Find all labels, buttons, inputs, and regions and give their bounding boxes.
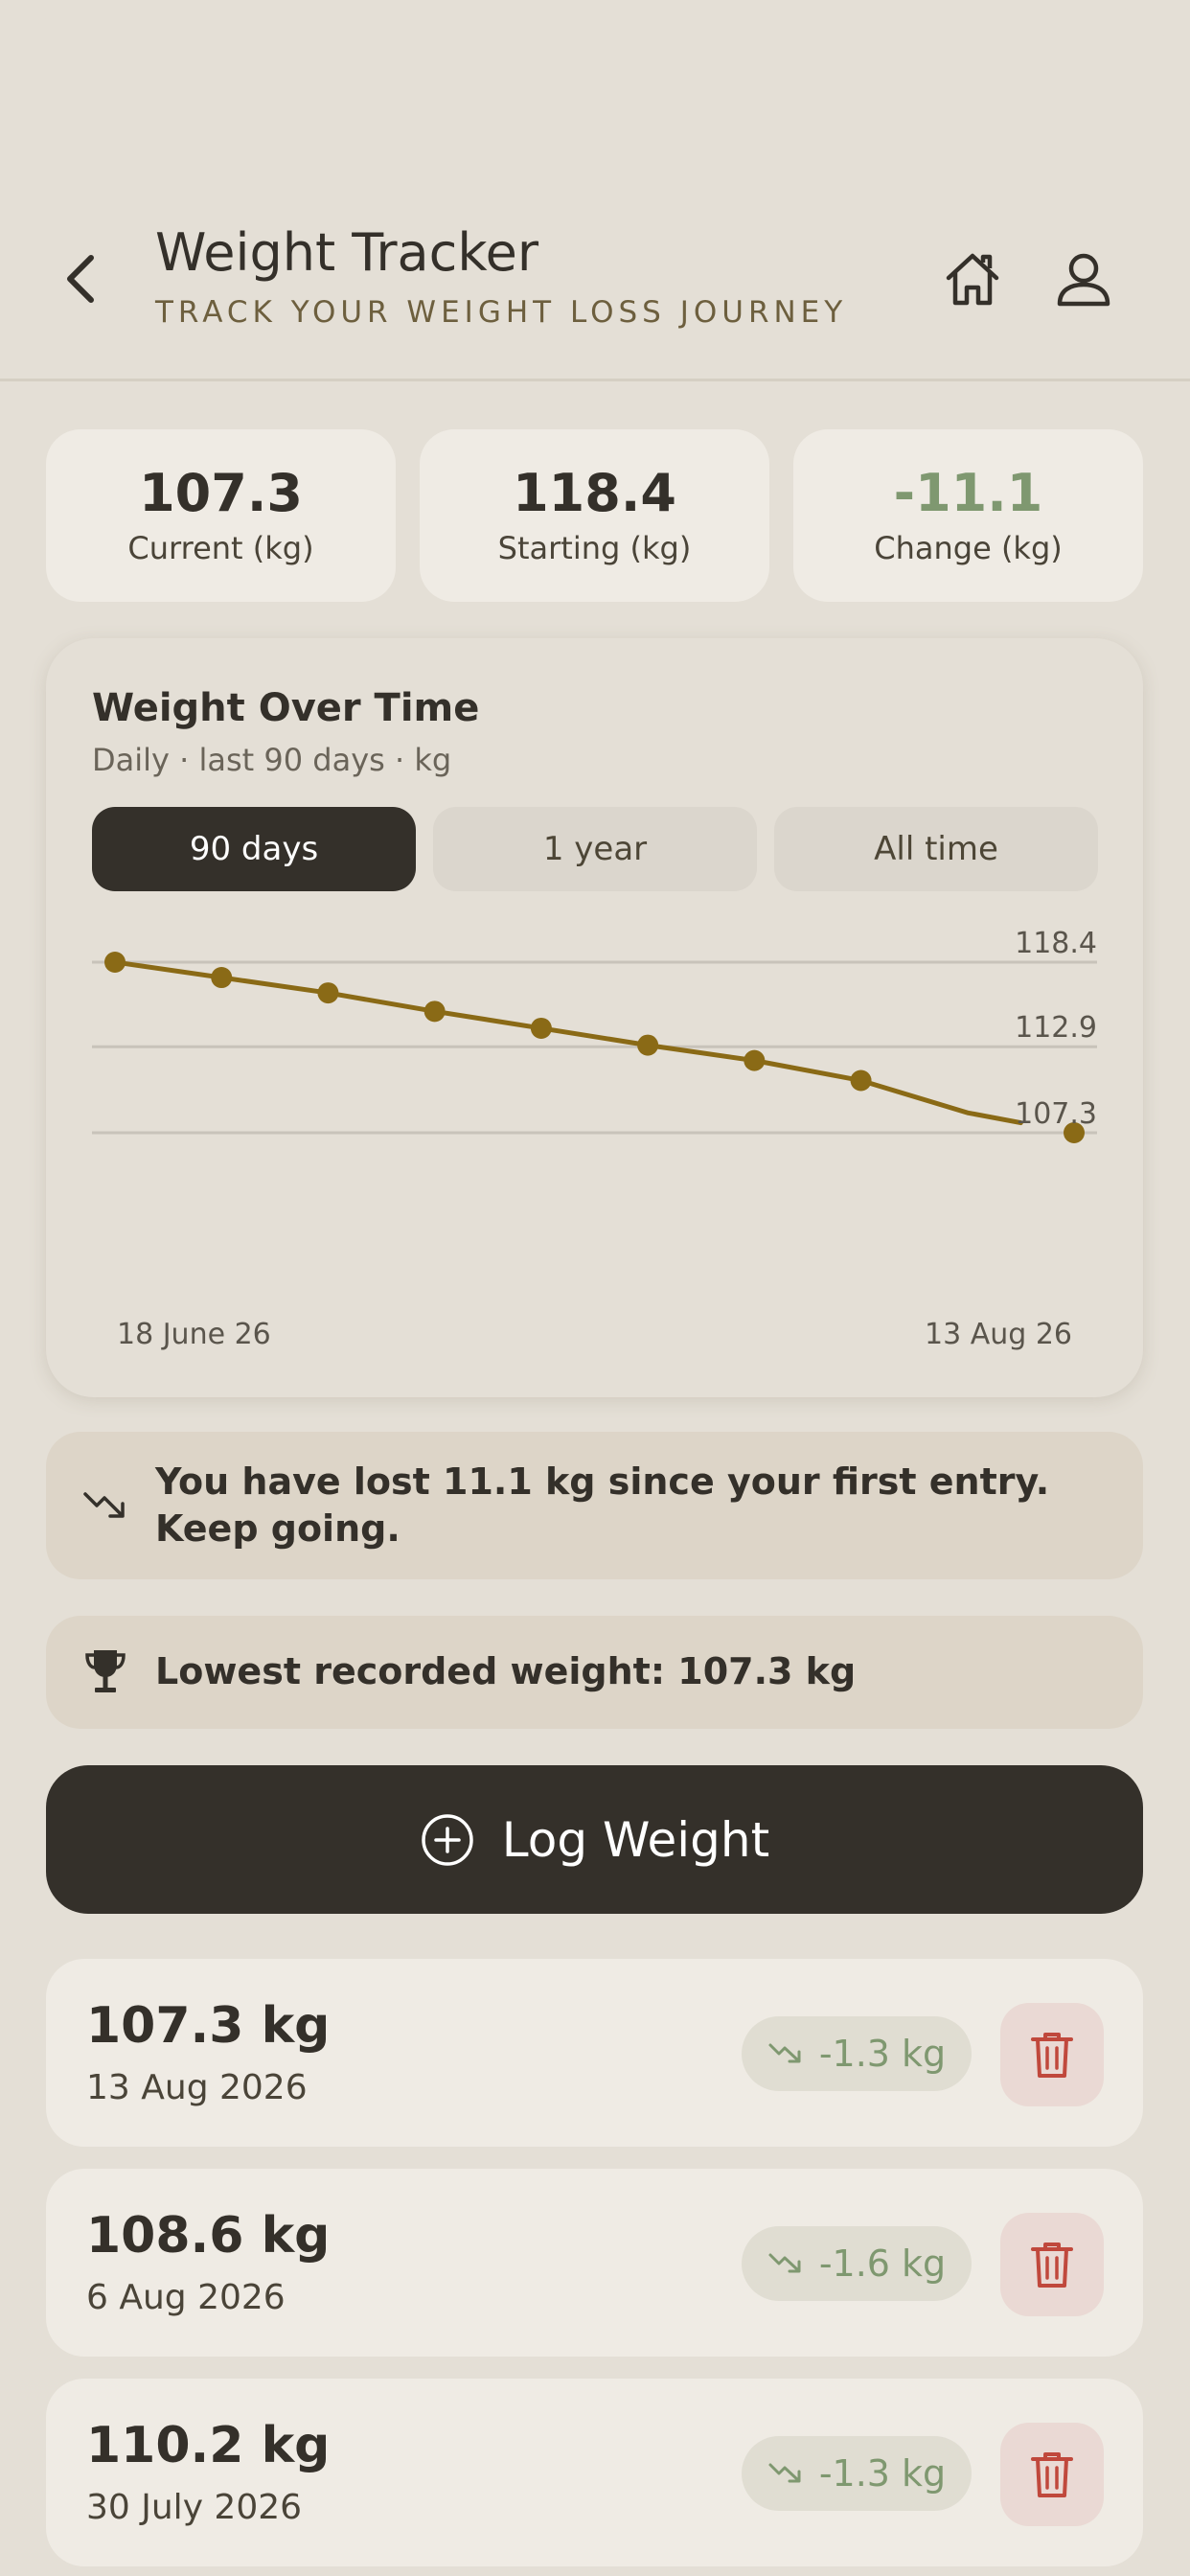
chart-card: Weight Over Time Daily · last 90 days · … xyxy=(46,638,1143,1397)
lowest-weight-banner: Lowest recorded weight: 107.3 kg xyxy=(46,1616,1143,1729)
x-tick-label: 13 Aug 26 xyxy=(925,1318,1072,1351)
change-value: -1.3 kg xyxy=(818,2452,947,2495)
weight-line-chart: 118.4 112.9 107.3 18 June 26 13 Aug 26 xyxy=(92,927,1097,1351)
chart-point xyxy=(104,952,126,973)
trash-icon xyxy=(1031,2033,1073,2078)
change-value: -1.6 kg xyxy=(818,2242,947,2285)
trash-icon xyxy=(1031,2242,1073,2288)
app-screen: Weight Tracker TRACK YOUR WEIGHT LOSS JO… xyxy=(0,0,1190,2576)
progress-message: You have lost 11.1 kg since your first e… xyxy=(155,1460,1050,1551)
entry-weight: 108.6 kg xyxy=(86,2207,331,2265)
header: Weight Tracker TRACK YOUR WEIGHT LOSS JO… xyxy=(0,0,1190,381)
page-title: Weight Tracker xyxy=(155,222,539,283)
y-grid-label: 112.9 xyxy=(1015,1011,1097,1045)
weight-entry: 110.2 kg 30 July 2026 -1.3 kg xyxy=(46,2379,1143,2566)
weight-entry: 108.6 kg 6 Aug 2026 -1.6 kg xyxy=(46,2169,1143,2357)
stat-label: Change (kg) xyxy=(874,529,1063,566)
entry-date: 13 Aug 2026 xyxy=(86,2068,308,2107)
chart-point xyxy=(744,1049,766,1071)
range-tab-1-year[interactable]: 1 year xyxy=(433,807,757,891)
entry-date: 30 July 2026 xyxy=(86,2488,303,2527)
change-badge: -1.3 kg xyxy=(742,2016,972,2091)
trash-icon xyxy=(1031,2452,1073,2497)
trophy-icon xyxy=(80,1647,130,1697)
chart-point xyxy=(850,1070,872,1092)
log-weight-button[interactable]: Log Weight xyxy=(46,1765,1143,1914)
stat-card-starting: 118.4 Starting (kg) xyxy=(420,429,769,602)
page-subtitle: TRACK YOUR WEIGHT LOSS JOURNEY xyxy=(155,295,848,330)
delete-entry-button[interactable] xyxy=(1000,2213,1104,2316)
trending-down-icon xyxy=(768,2253,801,2273)
chart-point xyxy=(637,1034,659,1056)
change-badge: -1.3 kg xyxy=(742,2436,972,2511)
change-badge: -1.6 kg xyxy=(742,2226,972,2301)
profile-button[interactable] xyxy=(1050,245,1117,312)
entry-weight: 110.2 kg xyxy=(86,2417,331,2474)
y-grid-label: 107.3 xyxy=(1015,1097,1097,1131)
stat-value: 107.3 xyxy=(139,463,303,524)
entry-date: 6 Aug 2026 xyxy=(86,2278,286,2317)
chevron-left-icon xyxy=(67,255,94,303)
stat-value: 118.4 xyxy=(513,463,676,524)
plus-circle-icon xyxy=(422,1813,473,1866)
log-weight-label: Log Weight xyxy=(501,1811,770,1868)
delete-entry-button[interactable] xyxy=(1000,2003,1104,2106)
chart-subtitle: Daily · last 90 days · kg xyxy=(92,742,452,778)
trending-down-icon xyxy=(80,1481,130,1530)
chart-point xyxy=(423,1000,446,1023)
stat-value: -11.1 xyxy=(893,463,1043,524)
stat-card-change: -11.1 Change (kg) xyxy=(793,429,1143,602)
stat-card-current: 107.3 Current (kg) xyxy=(46,429,396,602)
x-tick-label: 18 June 26 xyxy=(117,1318,271,1351)
change-value: -1.3 kg xyxy=(818,2033,947,2075)
range-tab-90-days[interactable]: 90 days xyxy=(92,807,416,891)
delete-entry-button[interactable] xyxy=(1000,2423,1104,2526)
user-icon xyxy=(1057,253,1110,307)
chart-point xyxy=(530,1017,552,1039)
progress-banner: You have lost 11.1 kg since your first e… xyxy=(46,1432,1143,1579)
trending-down-icon xyxy=(768,2043,801,2063)
home-button[interactable] xyxy=(939,245,1006,312)
y-grid-label: 118.4 xyxy=(1015,927,1097,960)
range-tab-all-time[interactable]: All time xyxy=(774,807,1098,891)
chart-point xyxy=(211,967,233,989)
trending-down-icon xyxy=(768,2463,801,2483)
chart-point xyxy=(317,982,339,1004)
weight-entry: 107.3 kg 13 Aug 2026 -1.3 kg xyxy=(46,1959,1143,2147)
home-icon xyxy=(946,253,999,306)
lowest-weight-message: Lowest recorded weight: 107.3 kg xyxy=(155,1650,857,1692)
entry-weight: 107.3 kg xyxy=(86,1997,331,2055)
stat-label: Starting (kg) xyxy=(497,529,692,566)
stat-label: Current (kg) xyxy=(127,529,314,566)
weight-series-line xyxy=(112,959,1023,1126)
back-button[interactable] xyxy=(54,247,107,310)
chart-title: Weight Over Time xyxy=(92,686,480,730)
